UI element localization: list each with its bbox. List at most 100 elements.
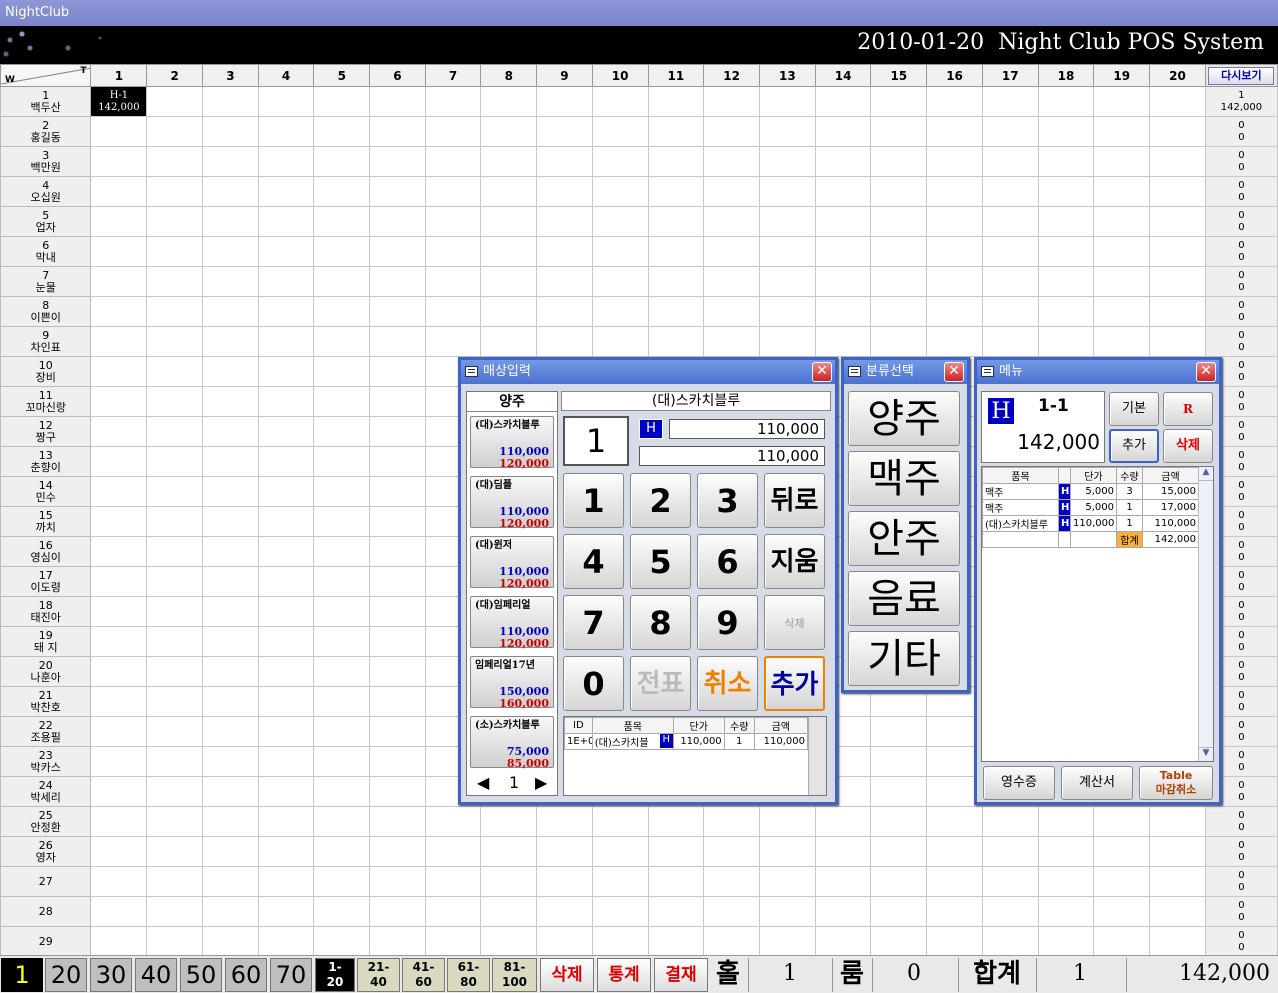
table-cell[interactable] <box>1149 236 1206 267</box>
table-cell[interactable] <box>202 896 259 927</box>
menu-close-button[interactable]: ✕ <box>1196 362 1216 382</box>
row-header[interactable]: 29 <box>0 926 92 957</box>
table-cell[interactable] <box>758 146 816 177</box>
table-cell[interactable] <box>257 476 315 507</box>
table-cell[interactable] <box>647 116 705 147</box>
table-cell[interactable] <box>202 806 259 837</box>
sales-close-button[interactable]: ✕ <box>812 362 832 382</box>
row-header[interactable]: 8 이쁜이 <box>0 296 92 327</box>
table-cell[interactable] <box>1093 866 1151 897</box>
table-cell[interactable] <box>1149 836 1206 867</box>
table-cell[interactable] <box>369 416 426 447</box>
row-header[interactable]: 26 영자 <box>0 836 92 867</box>
table-cell[interactable] <box>257 356 315 387</box>
table-cell[interactable] <box>1093 926 1151 957</box>
table-cell[interactable] <box>814 236 872 267</box>
table-cell[interactable] <box>1149 176 1206 207</box>
table-cell[interactable] <box>870 896 928 927</box>
category-button[interactable]: 안주 <box>848 511 960 566</box>
table-cell[interactable] <box>1037 866 1095 897</box>
table-cell[interactable] <box>90 506 148 537</box>
table-cell[interactable] <box>703 266 760 297</box>
table-cell[interactable] <box>202 176 259 207</box>
table-cell[interactable] <box>369 536 426 567</box>
table-cell[interactable] <box>146 176 204 207</box>
table-cell[interactable] <box>1037 926 1095 957</box>
table-cell[interactable] <box>758 206 816 237</box>
table-cell[interactable] <box>90 146 148 177</box>
table-cell[interactable] <box>369 866 426 897</box>
table-cell[interactable] <box>90 386 148 417</box>
table-cell[interactable] <box>647 896 705 927</box>
scroll-down-icon[interactable]: ▼ <box>1199 747 1213 761</box>
table-cell[interactable] <box>257 326 315 357</box>
table-cell[interactable] <box>369 686 426 717</box>
table-cell[interactable] <box>369 926 426 957</box>
table-cell[interactable] <box>703 86 760 117</box>
table-cell[interactable] <box>146 296 204 327</box>
table-cell[interactable] <box>758 836 816 867</box>
table-cell[interactable] <box>926 326 983 357</box>
table-cell[interactable] <box>90 326 148 357</box>
table-cell[interactable] <box>591 266 649 297</box>
table-cell[interactable] <box>313 896 371 927</box>
table-cell[interactable] <box>591 176 649 207</box>
table-cell[interactable] <box>146 86 204 117</box>
settle-button[interactable]: 결재 <box>654 958 708 992</box>
page-button[interactable]: 40 <box>135 958 177 992</box>
table-cell[interactable] <box>870 86 928 117</box>
row-header[interactable]: 25 안정환 <box>0 806 92 837</box>
menu-list-item[interactable]: (대)스카치블루 H 110,000 1 110,000 <box>982 515 1199 532</box>
table-cell[interactable] <box>981 266 1039 297</box>
table-cell[interactable] <box>146 386 204 417</box>
row-header[interactable]: 27 <box>0 866 92 897</box>
table-cell[interactable] <box>369 236 426 267</box>
scroll-up-icon[interactable]: ▲ <box>1199 467 1213 481</box>
next-page-icon[interactable]: ▶ <box>535 772 547 794</box>
table-cell[interactable] <box>981 86 1039 117</box>
table-cell[interactable] <box>313 746 371 777</box>
table-cell[interactable] <box>202 656 259 687</box>
prev-page-icon[interactable]: ◀ <box>477 772 489 794</box>
table-cell[interactable] <box>424 296 482 327</box>
table-cell[interactable] <box>257 296 315 327</box>
row-header[interactable]: 11 꼬마신랑 <box>0 386 92 417</box>
table-cell[interactable] <box>369 206 426 237</box>
table-cell[interactable] <box>369 356 426 387</box>
table-cell[interactable] <box>313 476 371 507</box>
table-cell[interactable] <box>536 836 593 867</box>
key-5[interactable]: 5 <box>630 534 691 589</box>
table-cell[interactable] <box>536 326 593 357</box>
table-cell[interactable] <box>257 506 315 537</box>
table-cell[interactable] <box>202 206 259 237</box>
table-cell[interactable] <box>591 326 649 357</box>
category-button[interactable]: 양주 <box>848 391 960 446</box>
table-cell[interactable] <box>146 626 204 657</box>
table-cell[interactable] <box>369 566 426 597</box>
table-cell[interactable] <box>536 86 593 117</box>
table-cell[interactable] <box>1149 926 1206 957</box>
table-cell[interactable] <box>703 836 760 867</box>
table-cell[interactable] <box>369 476 426 507</box>
table-cell[interactable] <box>313 146 371 177</box>
table-cell[interactable] <box>981 116 1039 147</box>
table-cell[interactable] <box>480 146 538 177</box>
table-cell[interactable] <box>90 536 148 567</box>
row-header[interactable]: 12 짱구 <box>0 416 92 447</box>
table-cell[interactable] <box>1037 86 1095 117</box>
row-header[interactable]: 21 박찬호 <box>0 686 92 717</box>
table-cell[interactable] <box>146 326 204 357</box>
table-cell[interactable] <box>591 236 649 267</box>
table-cell[interactable] <box>926 236 983 267</box>
table-cell[interactable] <box>257 896 315 927</box>
table-cell[interactable] <box>146 506 204 537</box>
table-cell[interactable] <box>202 356 259 387</box>
table-cell[interactable] <box>257 266 315 297</box>
table-cell[interactable] <box>480 866 538 897</box>
product-button[interactable]: (소)스카치블루 75,000 85,000 <box>470 716 554 769</box>
table-cell[interactable] <box>202 716 259 747</box>
table-cell[interactable] <box>926 866 983 897</box>
table-cell[interactable] <box>926 266 983 297</box>
table-cell[interactable] <box>369 746 426 777</box>
table-cell[interactable] <box>257 866 315 897</box>
